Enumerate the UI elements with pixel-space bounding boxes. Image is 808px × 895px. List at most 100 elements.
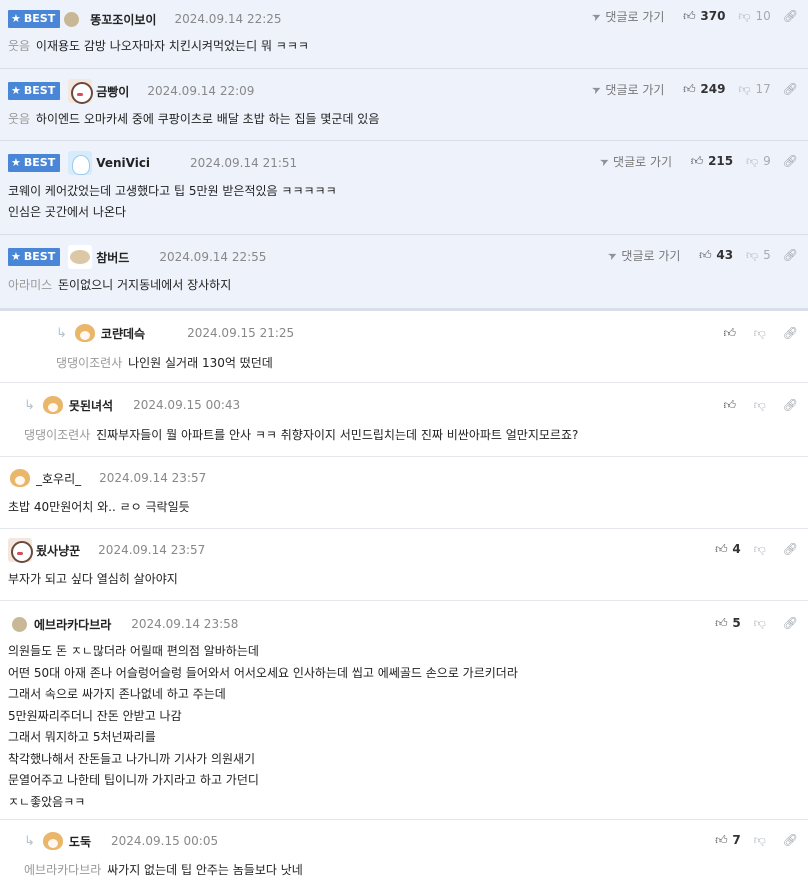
comment-body: 부자가 되고 싶다 열심히 살아야지 (8, 572, 178, 586)
send-icon: ➤ (589, 81, 604, 97)
comment-date: 2024.09.15 21:25 (187, 326, 295, 340)
thumbs-up-icon[interactable]: 👍︎ (714, 833, 728, 848)
comment-item: 에브라카다브라 2024.09.14 23:58 👍︎ 5 👎︎ 🔗︎ 의원들도 … (0, 601, 808, 820)
comment-date: 2024.09.14 21:51 (190, 156, 298, 170)
link-icon[interactable]: 🔗︎ (783, 542, 798, 556)
nickname[interactable]: 똥꼬조이보이 (90, 11, 156, 28)
comment-body: 웃음 이재용도 감방 나오자마자 치킨시켜먹었는디 뭐 ㅋㅋㅋ (8, 39, 309, 53)
goto-comment-link[interactable]: ➤ 댓글로 가기 (589, 8, 665, 25)
thumbs-up-icon[interactable]: 👍︎ (682, 82, 696, 97)
goto-comment-link[interactable]: ➤ 댓글로 가기 (589, 81, 665, 98)
avatar[interactable] (68, 151, 93, 175)
reply-arrow-icon: ↳ (24, 833, 35, 849)
thumbs-down-icon[interactable]: 👎︎ (753, 326, 767, 341)
send-icon: ➤ (605, 247, 620, 263)
comment-actions: ➤ 댓글로 가기 👍︎ 215 👎︎ 9 🔗︎ (598, 153, 798, 170)
comment-actions: 👍︎ 7 👎︎ 🔗︎ (714, 832, 798, 848)
thumbs-down-icon[interactable]: 👎︎ (753, 833, 767, 848)
upvote-count: 249 (700, 82, 726, 96)
avatar[interactable] (8, 466, 32, 490)
comment-date: 2024.09.14 22:09 (147, 84, 255, 98)
thumbs-down-icon[interactable]: 👎︎ (745, 154, 759, 169)
comment-header: 에브라카다브라 2024.09.14 23:58 (8, 613, 238, 635)
reply-prefix: 댕댕이조련사 (56, 356, 123, 370)
comment-item: ★ BEST 금빵이 2024.09.14 22:09 ➤ 댓글로 가기 👍︎ 249… (0, 69, 808, 141)
reply-arrow-icon: ↳ (24, 397, 35, 413)
comment-date: 2024.09.14 22:55 (159, 250, 267, 264)
thumbs-down-icon[interactable]: 👎︎ (745, 248, 759, 263)
link-icon[interactable]: 🔗︎ (783, 833, 798, 847)
upvote-count: 5 (732, 616, 741, 630)
avatar[interactable] (40, 829, 65, 853)
goto-comment-link[interactable]: ➤ 댓글로 가기 (598, 153, 673, 170)
link-icon[interactable]: 🔗︎ (783, 82, 798, 96)
avatar[interactable] (40, 393, 65, 417)
comment-header: ★ BEST 참버드 2024.09.14 22:55 (8, 245, 267, 269)
best-badge: ★ BEST (8, 154, 61, 172)
comment-actions: 👍︎ 👎︎ 🔗︎ (723, 325, 798, 341)
star-icon: ★ (11, 156, 21, 169)
comment-actions: 👍︎ 4 👎︎ 🔗︎ (714, 541, 798, 557)
upvote-count: 215 (708, 154, 734, 168)
link-icon[interactable]: 🔗︎ (783, 616, 798, 630)
comment-date: 2024.09.14 23:57 (99, 471, 207, 485)
thumbs-down-icon[interactable]: 👎︎ (737, 82, 751, 97)
comment-header: 됬사냥꾼 2024.09.14 23:57 (8, 538, 205, 563)
link-icon[interactable]: 🔗︎ (783, 248, 798, 262)
send-icon: ➤ (589, 8, 604, 24)
thumbs-up-icon[interactable]: 👍︎ (682, 9, 696, 24)
link-icon[interactable]: 🔗︎ (783, 326, 798, 340)
downvote-count: 17 (755, 82, 771, 96)
comment-item: ↳ 도둑 2024.09.15 00:05 👍︎ 7 👎︎ 🔗︎ 에브라카다브라 … (0, 820, 808, 895)
avatar[interactable] (68, 245, 93, 269)
star-icon: ★ (11, 84, 21, 97)
reply-prefix: 웃음 (8, 112, 31, 126)
nickname[interactable]: 코랸데슥 (101, 325, 145, 342)
thumbs-down-icon[interactable]: 👎︎ (753, 616, 767, 631)
comment-item: ★ BEST 똥꼬조이보이 2024.09.14 22:25 ➤ 댓글로 가기 👍︎… (0, 0, 808, 69)
thumbs-up-icon[interactable]: 👍︎ (723, 326, 737, 341)
downvote-count: 10 (755, 9, 771, 23)
link-icon[interactable]: 🔗︎ (783, 9, 798, 23)
thumbs-down-icon[interactable]: 👎︎ (753, 398, 767, 413)
comment-date: 2024.09.15 00:43 (133, 398, 241, 412)
link-icon[interactable]: 🔗︎ (783, 398, 798, 412)
nickname[interactable]: 금빵이 (96, 83, 129, 100)
comment-item: 됬사냥꾼 2024.09.14 23:57 👍︎ 4 👎︎ 🔗︎ 부자가 되고 싶… (0, 529, 808, 601)
star-icon: ★ (11, 250, 21, 263)
thumbs-down-icon[interactable]: 👎︎ (737, 9, 751, 24)
nickname[interactable]: 참버드 (96, 249, 129, 266)
nickname[interactable]: 됬사냥꾼 (36, 542, 80, 559)
reply-arrow-icon: ↳ (56, 325, 67, 341)
comment-actions: 👍︎ 5 👎︎ 🔗︎ (714, 615, 798, 631)
upvote-count: 43 (716, 248, 734, 262)
comment-actions: ➤ 댓글로 가기 👍︎ 370 👎︎ 10 🔗︎ (589, 8, 798, 25)
comment-item: ★ BEST VeniVici 2024.09.14 21:51 ➤ 댓글로 가기 … (0, 141, 808, 235)
comment-body: 댕댕이조련사 나인원 실거래 130억 떴던데 (56, 356, 273, 370)
nickname[interactable]: 도둑 (69, 833, 91, 850)
thumbs-down-icon[interactable]: 👎︎ (753, 542, 767, 557)
downvote-count: 9 (763, 154, 771, 168)
comment-body: 의원들도 돈 ㅈㄴ많더라 어릴때 편의점 알바하는데 어떤 50대 아재 존나 … (8, 644, 518, 809)
goto-comment-link[interactable]: ➤ 댓글로 가기 (605, 247, 681, 264)
thumbs-up-icon[interactable]: 👍︎ (723, 398, 737, 413)
avatar[interactable] (68, 79, 94, 104)
avatar[interactable] (8, 538, 33, 563)
nickname[interactable]: 에브라카다브라 (34, 616, 111, 633)
avatar[interactable] (12, 616, 27, 632)
nickname[interactable]: VeniVici (96, 156, 150, 170)
comment-body: 초밥 40만원어치 와.. ㄹㅇ 극락일듯 (8, 500, 190, 514)
comment-item: ↳ 못된녀석 2024.09.15 00:43 👍︎ 👎︎ 🔗︎ 댕댕이조련사 … (0, 383, 808, 457)
comment-actions: ➤ 댓글로 가기 👍︎ 249 👎︎ 17 🔗︎ (589, 81, 798, 98)
nickname[interactable]: _호우리_ (36, 470, 81, 487)
avatar[interactable] (72, 321, 97, 345)
best-badge: ★ BEST (8, 82, 61, 100)
link-icon[interactable]: 🔗︎ (783, 154, 798, 168)
avatar[interactable] (64, 11, 79, 27)
reply-prefix: 웃음 (8, 39, 31, 53)
thumbs-up-icon[interactable]: 👍︎ (714, 542, 728, 557)
thumbs-up-icon[interactable]: 👍︎ (714, 616, 728, 631)
thumbs-up-icon[interactable]: 👍︎ (690, 154, 704, 169)
thumbs-up-icon[interactable]: 👍︎ (698, 248, 712, 263)
nickname[interactable]: 못된녀석 (69, 397, 113, 414)
